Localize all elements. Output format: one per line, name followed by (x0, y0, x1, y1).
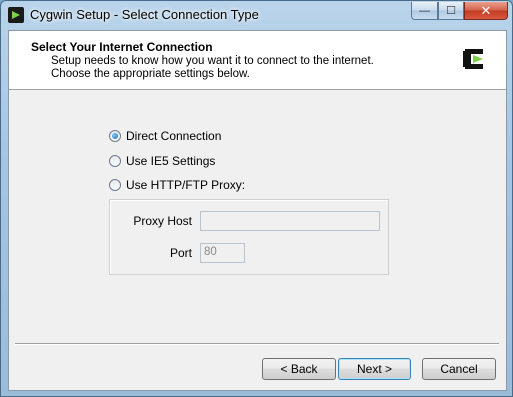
wizard-header: Select Your Internet Connection Setup ne… (9, 31, 506, 90)
close-button[interactable]: ✕ (464, 2, 508, 20)
port-input[interactable]: 80 (200, 243, 245, 263)
cygwin-app-icon (8, 7, 24, 23)
cancel-button[interactable]: Cancel (422, 358, 496, 380)
radio-button-selected[interactable] (109, 130, 121, 142)
proxy-settings-group: Proxy Host Port 80 (109, 199, 389, 275)
page-description: Setup needs to know how you want it to c… (51, 55, 374, 80)
radio-label: Use IE5 Settings (126, 154, 216, 168)
port-label: Port (169, 246, 192, 260)
radio-label: Use HTTP/FTP Proxy: (126, 178, 246, 192)
back-button[interactable]: < Back (262, 358, 336, 380)
maximize-button[interactable]: ☐ (438, 2, 464, 20)
dialog-client-area: Select Your Internet Connection Setup ne… (8, 30, 507, 391)
radio-use-http-ftp-proxy[interactable]: Use HTTP/FTP Proxy: (109, 177, 245, 193)
next-button[interactable]: Next > (338, 358, 411, 380)
radio-use-ie5-settings[interactable]: Use IE5 Settings (109, 153, 215, 169)
footer-divider (15, 343, 499, 345)
proxy-host-label: Proxy Host (133, 214, 192, 228)
page-title: Select Your Internet Connection (31, 40, 213, 54)
window-title: Cygwin Setup - Select Connection Type (30, 7, 259, 22)
setup-window: Cygwin Setup - Select Connection Type — … (0, 0, 513, 397)
radio-button[interactable] (109, 155, 121, 167)
minimize-button[interactable]: — (411, 2, 438, 20)
radio-button[interactable] (109, 179, 121, 191)
cygwin-logo-icon (463, 49, 483, 69)
title-bar[interactable]: Cygwin Setup - Select Connection Type — … (1, 1, 512, 29)
radio-direct-connection[interactable]: Direct Connection (109, 128, 221, 144)
proxy-host-input[interactable] (200, 211, 380, 231)
radio-label: Direct Connection (126, 129, 222, 143)
